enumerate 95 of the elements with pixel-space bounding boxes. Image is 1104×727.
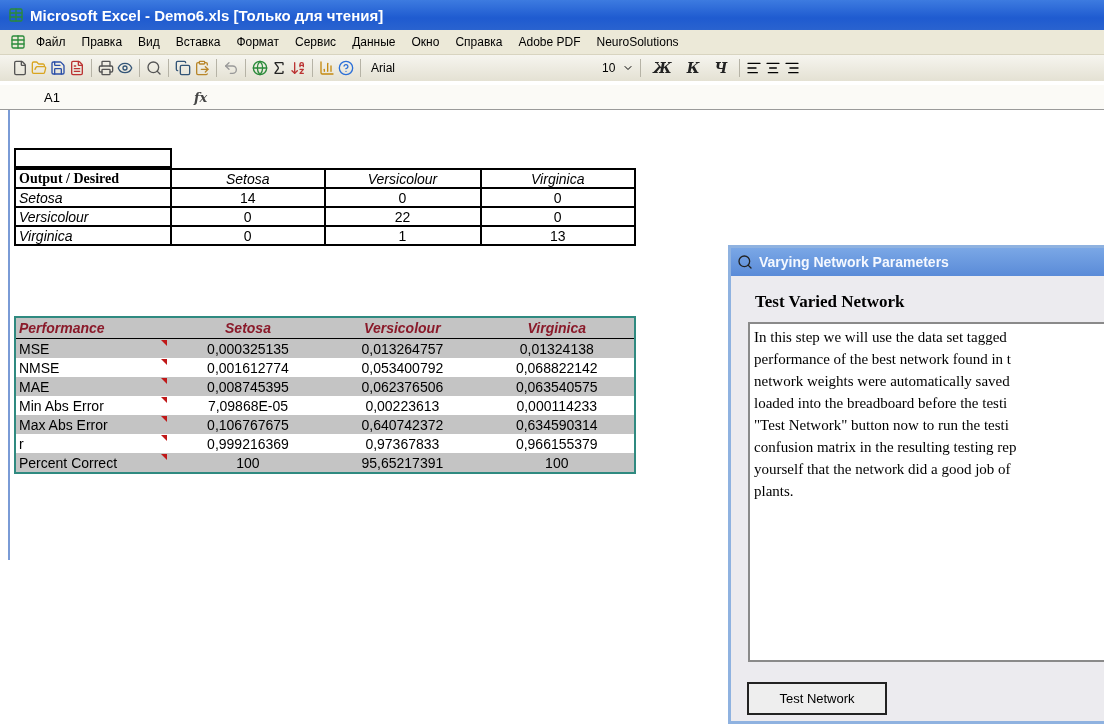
table-cell: 0 [480, 188, 635, 207]
format-button[interactable]: К [680, 60, 706, 76]
description-line: network weights were automatically saved [754, 372, 1011, 391]
column-header: Setosa [170, 317, 326, 339]
description-line: performance of the best network found in t [754, 350, 1012, 369]
description-line: loaded into the breadboard before the testi [754, 394, 1009, 413]
document-icon[interactable] [69, 60, 85, 76]
table-cell: 0,106767675 [170, 415, 326, 434]
column-header: Versicolour [325, 317, 480, 339]
window-title: Microsoft Excel - Demo6.xls [Только для чтения] [30, 6, 384, 24]
format-button[interactable]: Ч [708, 60, 734, 76]
table-cell: 0,999216369 [170, 434, 326, 453]
copy-icon[interactable] [175, 60, 191, 76]
font-size-field[interactable]: 10 [598, 59, 620, 77]
description-line: In this step we will use the data set tagged [754, 328, 1008, 347]
printer-icon[interactable] [98, 60, 114, 76]
table-cell: Min Abs Error [15, 396, 171, 415]
table-cell: 0,966155379 [479, 434, 635, 453]
align-center-icon[interactable] [765, 60, 782, 76]
table-cell: 0,640742372 [325, 415, 480, 434]
active-cell[interactable] [14, 148, 172, 168]
sigma-icon[interactable] [271, 60, 287, 76]
table-cell: 0,053400792 [325, 358, 480, 377]
menu-item[interactable]: Adobe PDF [512, 33, 587, 51]
table-cell: 95,65217391 [325, 453, 480, 473]
menu-item[interactable]: Данные [346, 33, 402, 51]
description-line: "Test Network" button now to run the testi [754, 416, 1010, 435]
row-header: Setosa [15, 188, 171, 207]
menu-item[interactable]: Справка [449, 33, 509, 51]
new-file-icon[interactable] [12, 60, 28, 76]
table-cell: 0,97367833 [325, 434, 480, 453]
row-header: Versicolour [15, 207, 171, 226]
align-right-icon[interactable] [784, 60, 801, 76]
menu-item[interactable]: Вставка [169, 33, 227, 51]
column-header: Versicolour [324, 169, 481, 188]
search-icon[interactable] [146, 60, 162, 76]
table-cell: 0,062376506 [325, 377, 480, 396]
font-field[interactable]: Arial [367, 59, 595, 77]
table-cell: MAE [15, 377, 171, 396]
table-cell: 0,068822142 [479, 358, 635, 377]
table-cell: 0,001612774 [170, 358, 326, 377]
table-cell: 0 [170, 226, 325, 245]
preview-icon[interactable] [117, 60, 133, 76]
dialog-title: Varying Network Parameters [759, 254, 949, 270]
table-cell: 0,00223613 [325, 396, 480, 415]
format-button[interactable]: Ж [647, 60, 678, 76]
test-network-button[interactable]: Test Network [747, 682, 887, 715]
table-cell: 14 [170, 188, 325, 207]
menu-item[interactable]: Формат [230, 33, 286, 51]
table-cell: 0,013264757 [325, 338, 480, 358]
table-cell: MSE [15, 338, 171, 358]
menu-item[interactable]: NeuroSolutions [590, 33, 685, 51]
table-cell: 22 [324, 207, 481, 226]
table-cell: 100 [170, 453, 326, 473]
table-cell: 0 [480, 207, 635, 226]
table-cell: 100 [479, 453, 635, 473]
globe-icon[interactable] [252, 60, 268, 76]
table-cell: Max Abs Error [15, 415, 171, 434]
table-cell: 13 [480, 226, 635, 245]
save-icon[interactable] [50, 60, 66, 76]
menu-item[interactable]: Окно [405, 33, 446, 51]
table-cell: Percent Correct [15, 453, 171, 473]
column-header: Virginica [480, 169, 635, 188]
table-cell: NMSE [15, 358, 171, 377]
menu-item[interactable]: Правка [75, 33, 129, 51]
table-cell: 0,634590314 [479, 415, 635, 434]
menu-item[interactable]: Сервис [289, 33, 343, 51]
paste-icon[interactable] [194, 60, 210, 76]
spreadsheet-icon[interactable] [10, 34, 26, 50]
chart-icon[interactable] [319, 60, 335, 76]
table-cell: 0,008745395 [170, 377, 326, 396]
column-header: Virginica [479, 317, 635, 339]
row-header: Virginica [15, 226, 171, 245]
help-icon[interactable] [338, 60, 354, 76]
name-box[interactable]: A1 [4, 89, 194, 105]
column-header: Performance [15, 317, 171, 339]
description-line: yourself that the network did a good job of [754, 460, 1012, 479]
table-cell: 0,000114233 [479, 396, 635, 415]
function-button[interactable]: fx [194, 89, 208, 105]
dialog-heading: Test Varied Network [755, 292, 906, 312]
menu-item[interactable]: Файл [30, 33, 72, 51]
table-cell: 0 [170, 207, 325, 226]
align-left-icon[interactable] [746, 60, 763, 76]
table-cell: 0,063540575 [479, 377, 635, 396]
description-line: plants. [754, 482, 795, 501]
sort-icon[interactable] [290, 60, 306, 76]
table-cell: r [15, 434, 171, 453]
table-cell: 1 [324, 226, 481, 245]
description-line: confusion matrix in the resulting testing rep [754, 438, 1018, 457]
menu-item[interactable]: Вид [132, 33, 166, 51]
column-header: Output / Desired [15, 169, 171, 188]
spreadsheet-icon [8, 7, 24, 23]
column-header: Setosa [170, 169, 325, 188]
table-cell: 7,09868E-05 [170, 396, 326, 415]
table-cell: 0 [324, 188, 481, 207]
